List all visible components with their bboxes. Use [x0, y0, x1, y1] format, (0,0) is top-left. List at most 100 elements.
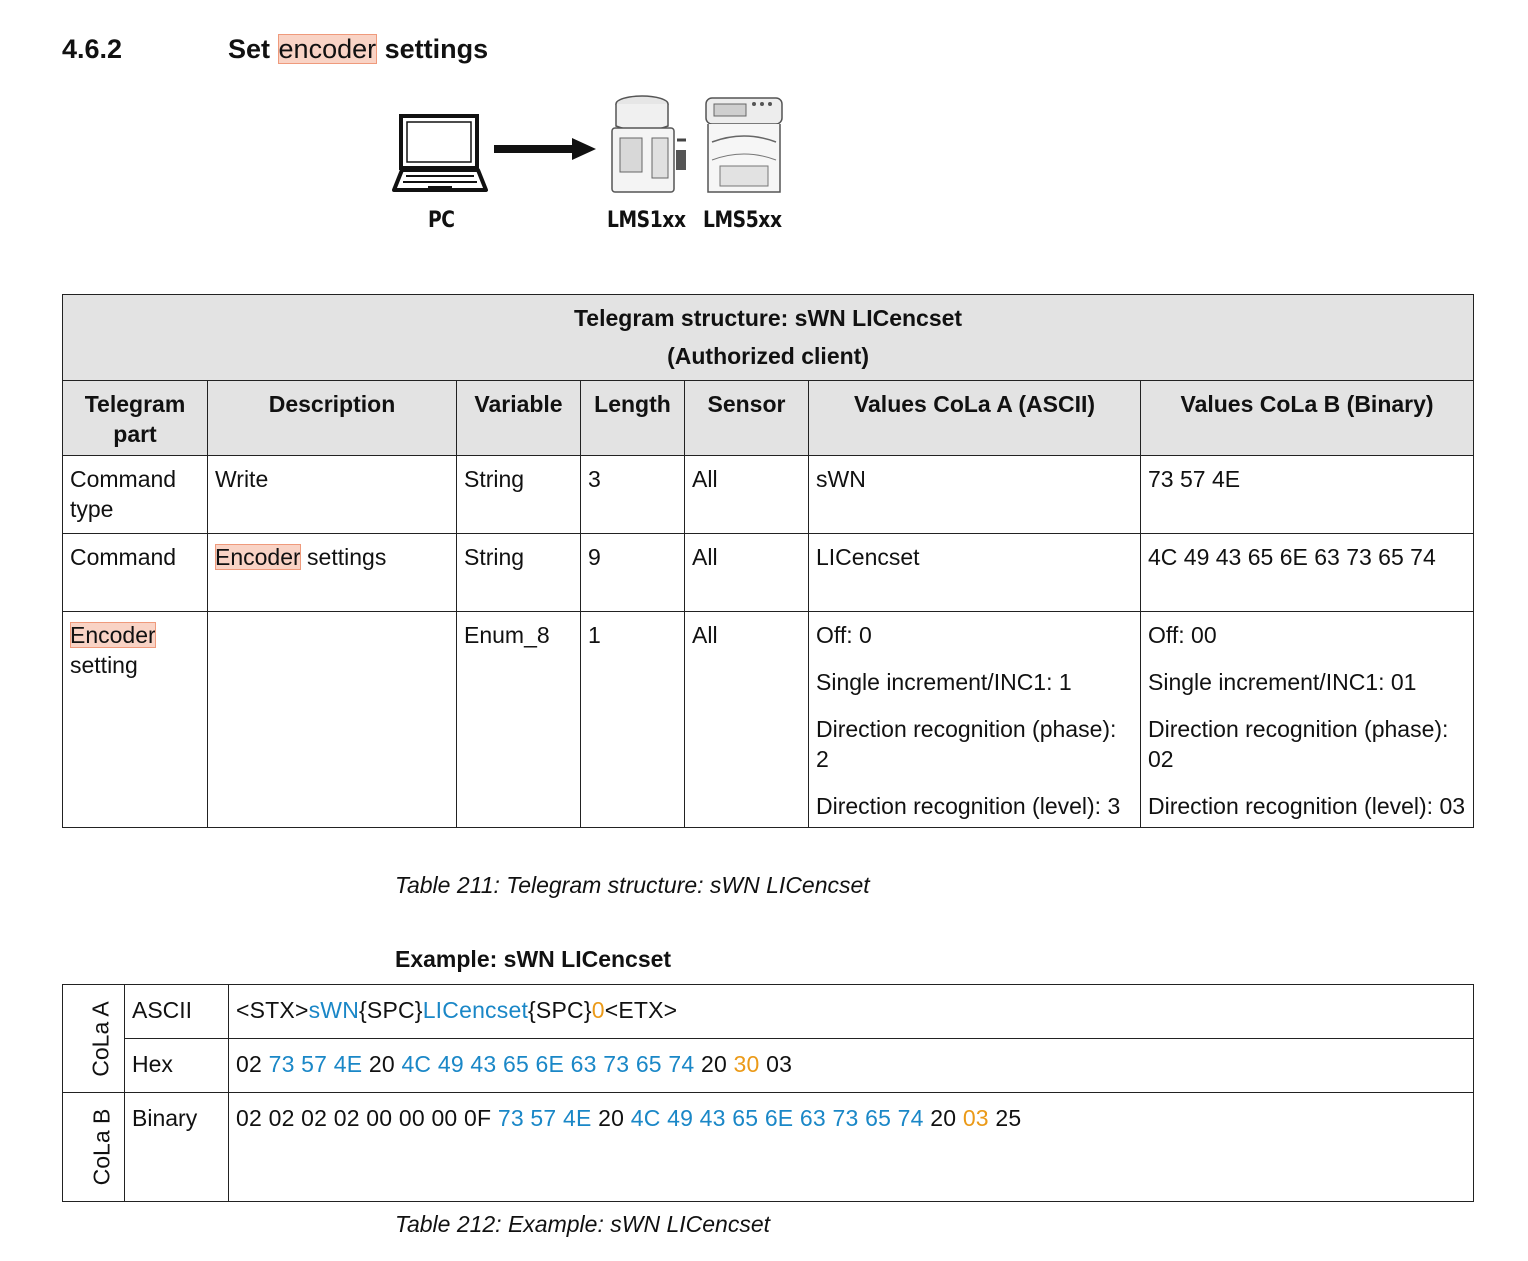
ascii-part: {SPC}: [359, 997, 423, 1023]
hex-command: 4C 49 43 65 6E 63 73 65 74: [401, 1051, 695, 1077]
table-title: Telegram structure: sWN LICencset (Autho…: [61, 294, 1475, 381]
table-row: CoLa A ASCII <STX>sWN{SPC}LICencset{SPC}…: [62, 984, 1474, 1093]
pc-label: PC: [428, 208, 455, 233]
binary-part: 25: [988, 1105, 1022, 1131]
title-pre: Set: [228, 34, 278, 64]
row-label-binary: Binary: [124, 1092, 229, 1202]
binary-value: 02 02 02 02 00 00 00 0F 73 57 4E 20 4C 4…: [228, 1092, 1474, 1202]
cola-a-label: CoLa A: [87, 1000, 114, 1077]
cell-sensor: All: [684, 455, 809, 534]
cell-variable: Enum_8: [456, 611, 581, 828]
hex-part: 03: [759, 1051, 793, 1077]
cell-cola-a: Off: 0 Single increment/INC1: 1 Directio…: [808, 611, 1141, 828]
cell-length: 3: [580, 455, 685, 534]
cell-cola-b: 73 57 4E: [1139, 455, 1475, 534]
value-line: Direction recognition (level): 3: [816, 793, 1121, 819]
value-line: Direction recognition (level): 03: [1148, 793, 1466, 819]
table-row: Hex 02 73 57 4E 20 4C 49 43 65 6E 63 73 …: [63, 1038, 1474, 1093]
cola-b-label: CoLa B: [88, 1108, 115, 1186]
lms5xx-sensor-icon: [705, 97, 783, 193]
value-line: Single increment/INC1: 1: [816, 669, 1072, 695]
table-row: CoLa B Binary 02 02 02 02 00 00 00 0F 73…: [62, 1092, 1474, 1202]
cell-description: Encoder settings: [207, 533, 457, 612]
ascii-parameter: 0: [591, 997, 605, 1023]
col-header: Values CoLa B (Binary): [1139, 380, 1475, 456]
laptop-icon: [392, 114, 488, 192]
ascii-value: <STX>sWN{SPC}LICencset{SPC}0<ETX>: [228, 984, 1474, 1039]
value-line: Off: 00: [1148, 622, 1217, 648]
cell-length: 1: [580, 611, 685, 828]
table-header-row: Telegram part Description Variable Lengt…: [62, 380, 1475, 456]
col-header: Length: [580, 380, 685, 456]
section-title: Set encoder settings: [228, 34, 488, 65]
row-label-ascii: ASCII: [124, 984, 229, 1039]
example-table: CoLa A ASCII <STX>sWN{SPC}LICencset{SPC}…: [62, 984, 1474, 1202]
value-line: Off: 0: [816, 622, 872, 648]
part-rest: setting: [70, 652, 138, 678]
table-caption: Table 211: Telegram structure: sWN LICen…: [395, 872, 870, 898]
section-number: 4.6.2: [62, 34, 123, 64]
cell-cola-b: 4C 49 43 65 6E 63 73 65 74: [1139, 533, 1475, 612]
binary-part: 20: [591, 1105, 631, 1131]
value-line: Direction recognition (phase): 02: [1148, 716, 1449, 772]
cola-b-group-label: CoLa B: [62, 1092, 125, 1202]
cell-part: Command type: [62, 455, 208, 534]
value-line: Single increment/INC1: 01: [1148, 669, 1417, 695]
cell-description: [207, 611, 457, 828]
table-title-line2: (Authorized client): [667, 343, 869, 369]
example-caption: Table 212: Example: sWN LICencset: [395, 1211, 770, 1237]
hex-part: 02: [236, 1051, 269, 1077]
table-row: Command Encoder settings String 9 All LI…: [62, 533, 1475, 612]
cell-length: 9: [580, 533, 685, 612]
pc-to-sensor-illustration: [392, 95, 783, 193]
cell-part: Command: [62, 533, 208, 612]
ascii-command: LICencset: [422, 997, 529, 1023]
cell-part: Encoder setting: [62, 611, 208, 828]
cell-cola-b: Off: 00 Single increment/INC1: 01 Direct…: [1139, 611, 1475, 828]
col-header: Sensor: [684, 380, 809, 456]
cell-cola-a: sWN: [808, 455, 1141, 534]
ascii-command-type: sWN: [308, 997, 360, 1023]
title-post: settings: [377, 34, 489, 64]
hex-part: 20: [362, 1051, 402, 1077]
table-title-line1: Telegram structure: sWN LICencset: [573, 305, 963, 331]
binary-command: 4C 49 43 65 6E 63 73 65 74: [630, 1105, 924, 1131]
row-label-hex: Hex: [124, 1038, 229, 1093]
cell-variable: String: [456, 455, 581, 534]
col-header: Variable: [456, 380, 581, 456]
hex-parameter: 30: [733, 1051, 760, 1077]
cell-cola-a: LICencset: [808, 533, 1141, 612]
binary-part: 20: [923, 1105, 963, 1131]
hex-value: 02 73 57 4E 20 4C 49 43 65 6E 63 73 65 7…: [228, 1038, 1474, 1093]
hex-command-type: 73 57 4E: [268, 1051, 363, 1077]
table-row: Encoder setting Enum_8 1 All Off: 0 Singl…: [62, 611, 1475, 828]
search-highlight: Encoder: [215, 544, 301, 570]
description-rest: settings: [300, 544, 387, 570]
cell-sensor: All: [684, 533, 809, 612]
search-highlight: Encoder: [70, 622, 156, 648]
search-highlight: encoder: [277, 34, 378, 64]
col-header: Description: [207, 380, 457, 456]
ascii-part: <STX>: [236, 997, 309, 1023]
telegram-structure-table: Telegram structure: sWN LICencset (Autho…: [61, 294, 1475, 828]
example-title: Example: sWN LICencset: [395, 946, 672, 972]
connection-diagram: PC LMS1xx LMS5xx: [390, 90, 800, 250]
lms1xx-sensor-icon: [611, 95, 686, 193]
ascii-part: <ETX>: [604, 997, 678, 1023]
arrow-right-icon: [494, 138, 596, 160]
cola-a-group-label: CoLa A: [62, 984, 125, 1093]
binary-part: 02 02 02 02 00 00 00 0F: [236, 1105, 498, 1131]
cell-sensor: All: [684, 611, 809, 828]
cell-description: Write: [207, 455, 457, 534]
ascii-part: {SPC}: [528, 997, 592, 1023]
lms5xx-label: LMS5xx: [703, 208, 782, 233]
value-line: Direction recognition (phase): 2: [816, 716, 1117, 772]
lms1xx-label: LMS1xx: [607, 208, 686, 233]
table-row: Command type Write String 3 All sWN 73 5…: [62, 455, 1475, 534]
binary-parameter: 03: [962, 1105, 989, 1131]
col-header: Values CoLa A (ASCII): [808, 380, 1141, 456]
col-header: Telegram part: [62, 380, 208, 456]
cell-variable: String: [456, 533, 581, 612]
hex-part: 20: [694, 1051, 734, 1077]
binary-command-type: 73 57 4E: [497, 1105, 592, 1131]
